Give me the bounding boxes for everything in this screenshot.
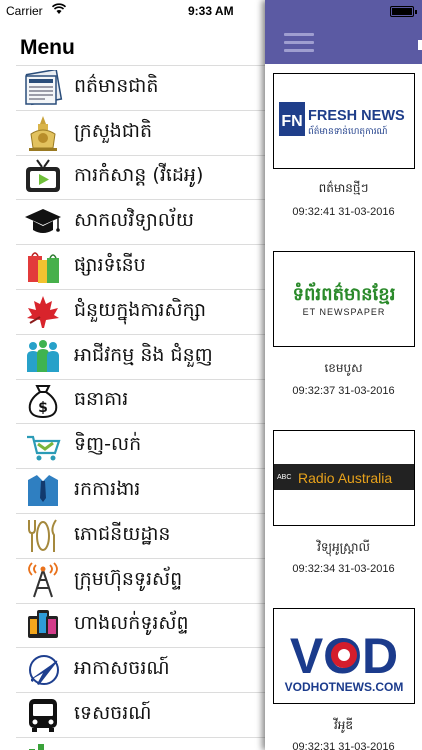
fresh-news-mark: FN [281,113,302,130]
battery-icon [390,6,417,17]
menu-item-telecom-companies[interactable]: ក្រុមហ៊ុនទូរស័ព្ទ [16,557,265,603]
menu-item-business[interactable]: អាជីវកម្ម និង ជំនួញ [16,333,265,379]
menu-item-label: ភោជនីយដ្ឋាន [74,522,171,545]
menu-item-label: ហាងលក់ទូរស័ព្ទ [74,612,189,635]
menu-item-restaurants[interactable]: ភោជនីយដ្ឋាន [16,512,265,558]
fresh-news-wordmark: FRESH NEWS [308,108,405,124]
menu-item-national-news[interactable]: ពត៌មានជាតិ [16,65,265,110]
menu-item-label: ក្រសួងជាតិ [74,119,153,142]
restaurant-icon [20,516,66,556]
svg-text:$: $ [38,400,48,416]
wifi-icon [51,3,67,18]
menu-item-more[interactable] [16,736,265,750]
khmer-newspaper-sub: ET NEWSPAPER [303,307,386,317]
menu-item-label: អាកាសចរណ៍ [74,657,170,680]
news-source-name: វីអូឌី [333,718,354,732]
radio-australia-logo: ABC Radio Australia [273,430,415,526]
menu-item-universities[interactable]: សាកលវិទ្យាល័យ [16,199,265,244]
menu-item-label: ធនាគារ [74,388,129,411]
bar-chart-icon [20,740,66,750]
carrier-label: Carrier [6,4,43,18]
menu-item-label: ក្រុមហ៊ុនទូរស័ព្ទ [74,567,183,590]
business-people-icon [20,337,66,377]
fresh-news-logo: FN FRESH NEWS ព័ត៌មានទាន់ហេតុការណ៍ [273,73,415,169]
news-source-time: 09:32:34 31-03-2016 [292,563,395,575]
menu-item-entertainment-video[interactable]: ការកំសាន្ត (វីដេអូ) [16,154,265,200]
royal-emblem-icon [20,113,66,153]
news-source-time: 09:32:37 31-03-2016 [292,385,395,397]
screen: Carrier 9:33 AM Menu ពត៌មានជាតិ ក្រសួងជា… [0,0,422,750]
menu-item-tourism[interactable]: ទេសចរណ៍ [16,692,265,737]
news-source-name: វិទ្យុអូស្ត្រាលី [317,540,370,554]
menu-item-buy-sell[interactable]: ទិញ-លក់ [16,423,265,468]
status-bar: Carrier 9:33 AM [0,0,422,22]
telecom-tower-icon [20,561,66,601]
newspaper-icon [20,68,66,108]
airplane-icon [20,650,66,690]
shirt-tie-icon [20,471,66,511]
hamburger-menu-icon[interactable] [284,33,314,53]
khmer-newspaper-wordmark: ទំព័រពត៌មានខ្មែរ [293,282,396,305]
menu-item-label: ការកំសាន្ត (វីដេអូ) [74,164,204,187]
news-source-name: ខេមបូស [324,361,363,375]
mobile-phones-icon [20,605,66,645]
vod-logo: VOD VODHOTNEWS.COM [273,608,415,704]
bus-icon [20,695,66,735]
menu-item-label: រកការងារ [74,478,141,501]
menu-item-airlines[interactable]: អាកាសចរណ៍ [16,647,265,692]
handshake-cart-icon [20,426,66,466]
menu-item-label: ទិញ-លក់ [74,433,142,456]
menu-item-label: សាកលវិទ្យាល័យ [74,209,194,232]
khmer-newspaper-logo: ទំព័រពត៌មានខ្មែរ ET NEWSPAPER [273,251,415,347]
menu-title: Menu [20,36,75,59]
status-time: 9:33 AM [188,4,234,18]
menu-item-supermarket[interactable]: ផ្សារទំនើប [16,244,265,289]
maple-leaf-icon [20,292,66,332]
menu-item-label: ផ្សារទំនើប [74,254,146,277]
side-menu: Menu ពត៌មានជាតិ ក្រសួងជាតិ ការកំសាន្ត (វ… [0,0,265,750]
news-source-time: 09:32:41 31-03-2016 [292,206,395,218]
menu-item-label: ទេសចរណ៍ [74,702,152,725]
menu-item-find-jobs[interactable]: រកការងារ [16,468,265,513]
nav-right-icon[interactable] [418,40,422,50]
graduation-cap-icon [20,202,66,242]
menu-list: ពត៌មានជាតិ ក្រសួងជាតិ ការកំសាន្ត (វីដេអូ… [16,65,265,750]
menu-item-phone-shops[interactable]: ហាងលក់ទូរស័ព្ទ [16,602,265,648]
menu-item-label: ពត៌មានជាតិ [74,74,159,97]
news-source-time: 09:32:31 31-03-2016 [292,741,395,750]
money-bag-icon: $ [20,381,66,421]
menu-item-label: អាជីវកម្ម និង ជំនួញ [74,343,213,366]
news-panel: FN FRESH NEWS ព័ត៌មានទាន់ហេតុការណ៍ ពត៌មា… [265,0,422,750]
tv-video-icon [20,157,66,197]
radio-australia-wordmark: Radio Australia [298,470,392,486]
vod-site: VODHOTNEWS.COM [285,680,404,694]
fresh-news-tagline: ព័ត៌មានទាន់ហេតុការណ៍ [308,125,388,137]
news-source-name: ពត៌មានថ្មីៗ [318,181,369,195]
menu-item-label: ជំនួយក្នុងការសិក្សា [74,298,207,321]
abc-mark: ABC [277,474,291,481]
menu-item-ministries[interactable]: ក្រសួងជាតិ [16,109,265,155]
shopping-bags-icon [20,247,66,287]
menu-item-study-aid[interactable]: ជំនួយក្នុងការសិក្សា [16,288,265,334]
menu-item-banks[interactable]: $ ធនាគារ [16,378,265,424]
